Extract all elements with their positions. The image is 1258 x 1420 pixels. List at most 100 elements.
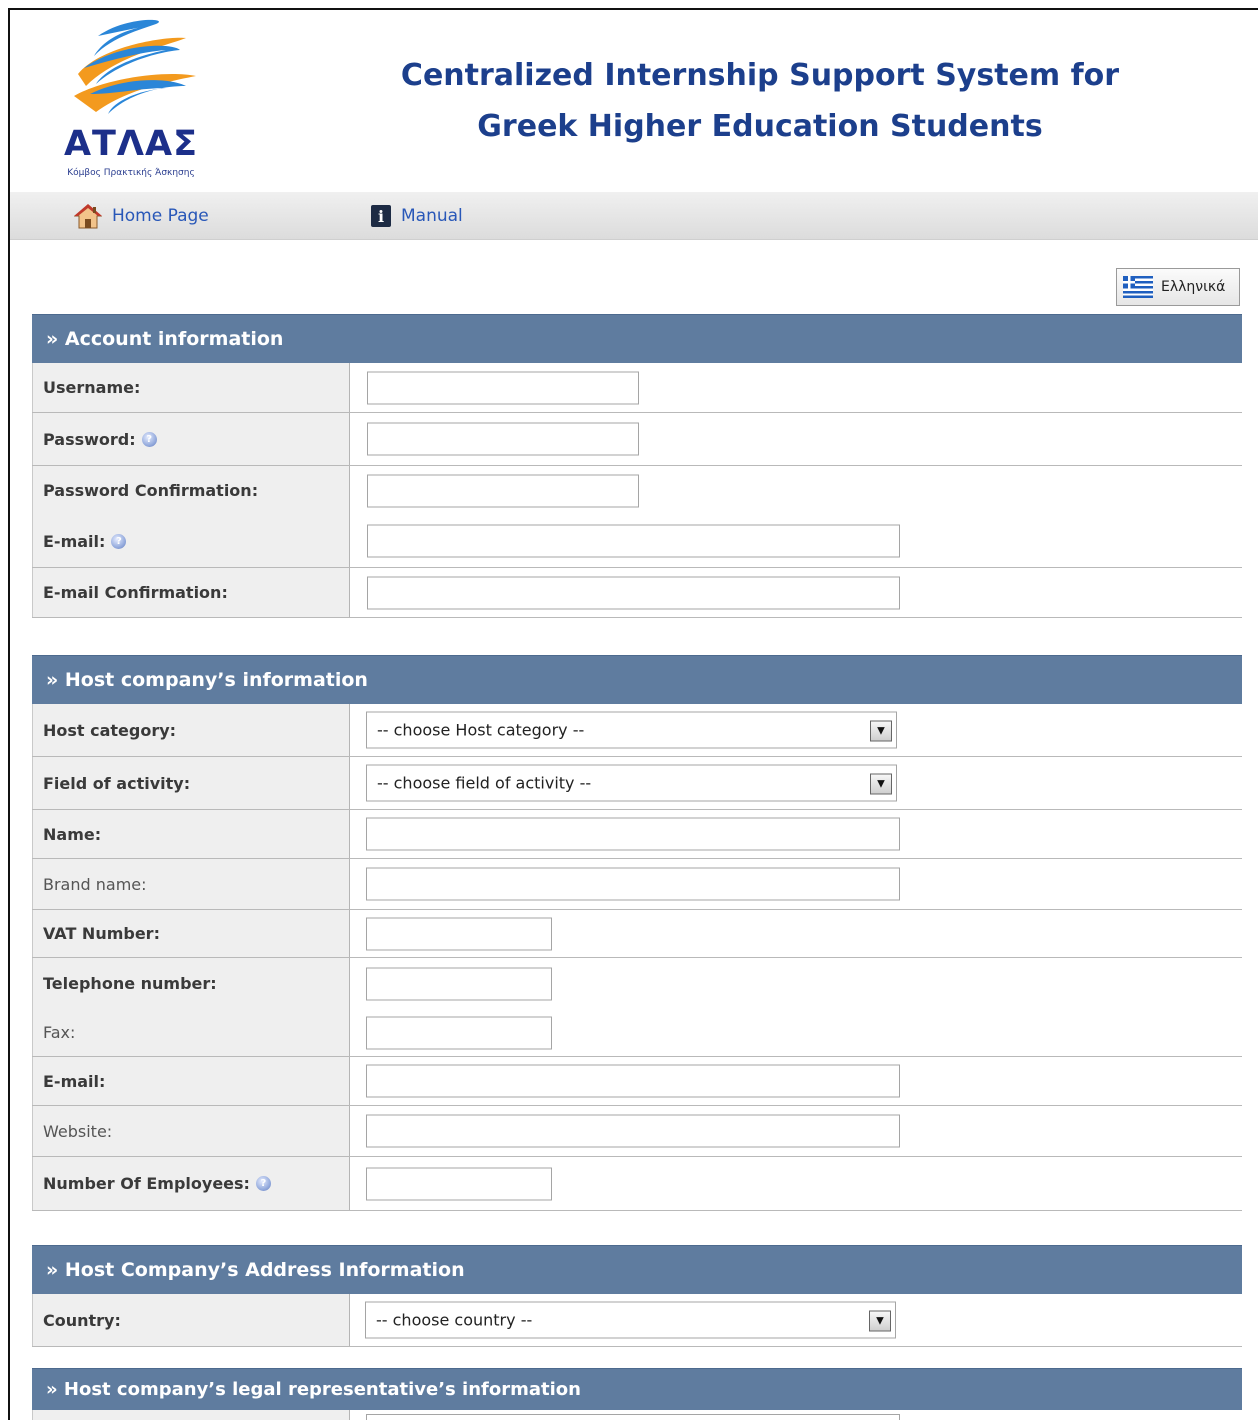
chevron-down-icon[interactable]: ▼ [870,773,892,795]
account-section-title: » Account information [32,314,1242,363]
field-of-activity-label-text: Field of activity: [43,773,191,793]
home-icon [74,204,102,229]
country-select-value: -- choose country -- [376,1310,533,1330]
fax-label: Fax: [32,1009,350,1056]
legal-rep-first-row [32,1410,1242,1420]
email-row: E-mail:? [32,515,1242,568]
host-category-select[interactable]: -- choose Host category -- ▼ [366,711,897,749]
language-switch-button[interactable]: Ελληνικά [1116,268,1240,306]
account-section: » Account information Username: Password… [32,314,1242,618]
telephone-label: Telephone number: [32,958,350,1009]
logo-name: ΑΤΛΑΣ [63,124,199,164]
password-input[interactable] [367,422,639,456]
telephone-input[interactable] [366,967,552,1000]
website-label-text: Website: [43,1121,113,1141]
name-label: Name: [32,810,350,858]
email-label-text: E-mail: [43,531,106,551]
language-switch-label: Ελληνικά [1161,279,1226,295]
username-input[interactable] [367,371,639,404]
site-title: Centralized Internship Support System fo… [310,50,1210,152]
nav-bar: Home Page i Manual [10,192,1258,240]
company-email-label-text: E-mail: [43,1071,106,1091]
fax-row: Fax: [32,1009,1242,1057]
company-section: » Host company’s information Host catego… [32,655,1242,1211]
chevron-down-icon[interactable]: ▼ [869,1310,891,1332]
employees-label: Number Of Employees:? [32,1157,350,1210]
name-label-text: Name: [43,824,102,844]
nav-manual-link[interactable]: i Manual [371,204,463,228]
fax-input[interactable] [366,1016,552,1049]
vat-row: VAT Number: [32,910,1242,958]
website-label: Website: [32,1106,350,1156]
field-of-activity-select[interactable]: -- choose field of activity -- ▼ [366,764,897,802]
company-email-row: E-mail: [32,1057,1242,1106]
password-label-text: Password: [43,429,136,449]
telephone-label-text: Telephone number: [43,974,217,993]
legal-rep-input[interactable] [366,1414,900,1420]
brand-name-label-text: Brand name: [43,874,147,894]
email-confirm-row: E-mail Confirmation: [32,568,1242,618]
brand-name-input[interactable] [366,867,900,901]
username-label-text: Username: [43,378,141,397]
email-label: E-mail:? [32,515,350,567]
fax-label-text: Fax: [43,1023,76,1042]
field-of-activity-select-value: -- choose field of activity -- [377,773,592,793]
greek-flag-icon [1123,276,1153,298]
address-section-title: » Host Company’s Address Information [32,1245,1242,1294]
username-label: Username: [32,363,350,412]
legal-rep-section: » Host company’s legal representative’s … [32,1368,1242,1420]
country-row: Country: -- choose country -- ▼ [32,1294,1242,1347]
vat-label-text: VAT Number: [43,924,160,943]
telephone-row: Telephone number: [32,958,1242,1009]
password-confirm-label-text: Password Confirmation: [43,481,259,500]
nav-home-link[interactable]: Home Page [74,204,209,229]
password-confirm-input[interactable] [367,474,639,507]
field-of-activity-label: Field of activity: [32,757,350,809]
address-section: » Host Company’s Address Information Cou… [32,1245,1242,1347]
country-label-text: Country: [43,1310,121,1330]
host-category-label: Host category: [32,704,350,756]
email-confirm-label-text: E-mail Confirmation: [43,583,228,602]
field-of-activity-row: Field of activity: -- choose field of ac… [32,757,1242,810]
country-label: Country: [32,1294,350,1346]
host-category-select-value: -- choose Host category -- [377,720,585,740]
email-input[interactable] [367,524,900,558]
help-icon[interactable]: ? [111,533,127,549]
username-row: Username: [32,363,1242,413]
help-icon[interactable]: ? [255,1176,271,1191]
globe-swoosh-icon [74,19,196,114]
password-confirm-label: Password Confirmation: [32,466,350,515]
website-input[interactable] [366,1114,900,1148]
host-category-label-text: Host category: [43,720,177,740]
atlas-logo[interactable]: ΑΤΛΑΣ Κόμβος Πρακτικής Άσκησης [46,16,216,184]
password-label: Password:? [32,413,350,465]
country-select[interactable]: -- choose country -- ▼ [365,1301,896,1339]
employees-input[interactable] [366,1167,552,1200]
company-email-label: E-mail: [32,1057,350,1105]
site-title-line1: Centralized Internship Support System fo… [400,58,1120,93]
password-confirm-row: Password Confirmation: [32,466,1242,515]
help-icon[interactable]: ? [141,431,157,447]
site-title-line2: Greek Higher Education Students [477,109,1043,144]
company-email-input[interactable] [366,1064,900,1098]
nav-manual-label: Manual [401,206,463,226]
vat-input[interactable] [366,917,552,950]
info-icon: i [371,205,391,227]
email-confirm-label: E-mail Confirmation: [32,568,350,617]
employees-label-text: Number Of Employees: [43,1174,250,1193]
legal-rep-section-title: » Host company’s legal representative’s … [32,1368,1242,1410]
website-row: Website: [32,1106,1242,1157]
brand-name-label: Brand name: [32,859,350,909]
brand-name-row: Brand name: [32,859,1242,910]
employees-row: Number Of Employees:? [32,1157,1242,1211]
chevron-down-icon[interactable]: ▼ [870,720,892,742]
company-name-input[interactable] [366,817,900,851]
vat-label: VAT Number: [32,910,350,957]
email-confirm-input[interactable] [367,576,900,609]
company-section-title: » Host company’s information [32,655,1242,704]
name-row: Name: [32,810,1242,859]
page-frame: ΑΤΛΑΣ Κόμβος Πρακτικής Άσκησης Centraliz… [8,8,1258,1420]
nav-home-label: Home Page [112,206,209,226]
legal-rep-label [32,1410,350,1420]
logo-subtitle: Κόμβος Πρακτικής Άσκησης [67,168,195,178]
